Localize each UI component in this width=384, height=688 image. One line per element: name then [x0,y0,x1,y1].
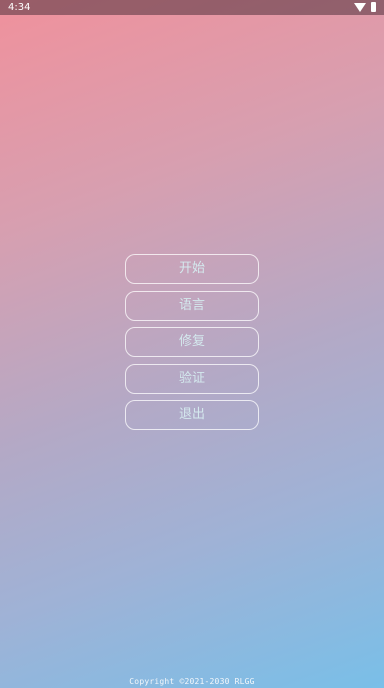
battery-icon [371,2,376,12]
copyright-text: Copyright ©2021-2030 RLGG [129,677,255,686]
wifi-icon [354,2,366,12]
main-menu: 开始 语言 修复 验证 退出 [125,254,259,437]
exit-button[interactable]: 退出 [125,400,259,430]
status-icons [354,2,376,12]
status-time: 4:34 [8,2,31,13]
start-button[interactable]: 开始 [125,254,259,284]
language-button[interactable]: 语言 [125,290,259,321]
repair-button[interactable]: 修复 [125,327,259,357]
verify-button[interactable]: 验证 [125,363,259,394]
status-bar: 4:34 [0,0,384,15]
